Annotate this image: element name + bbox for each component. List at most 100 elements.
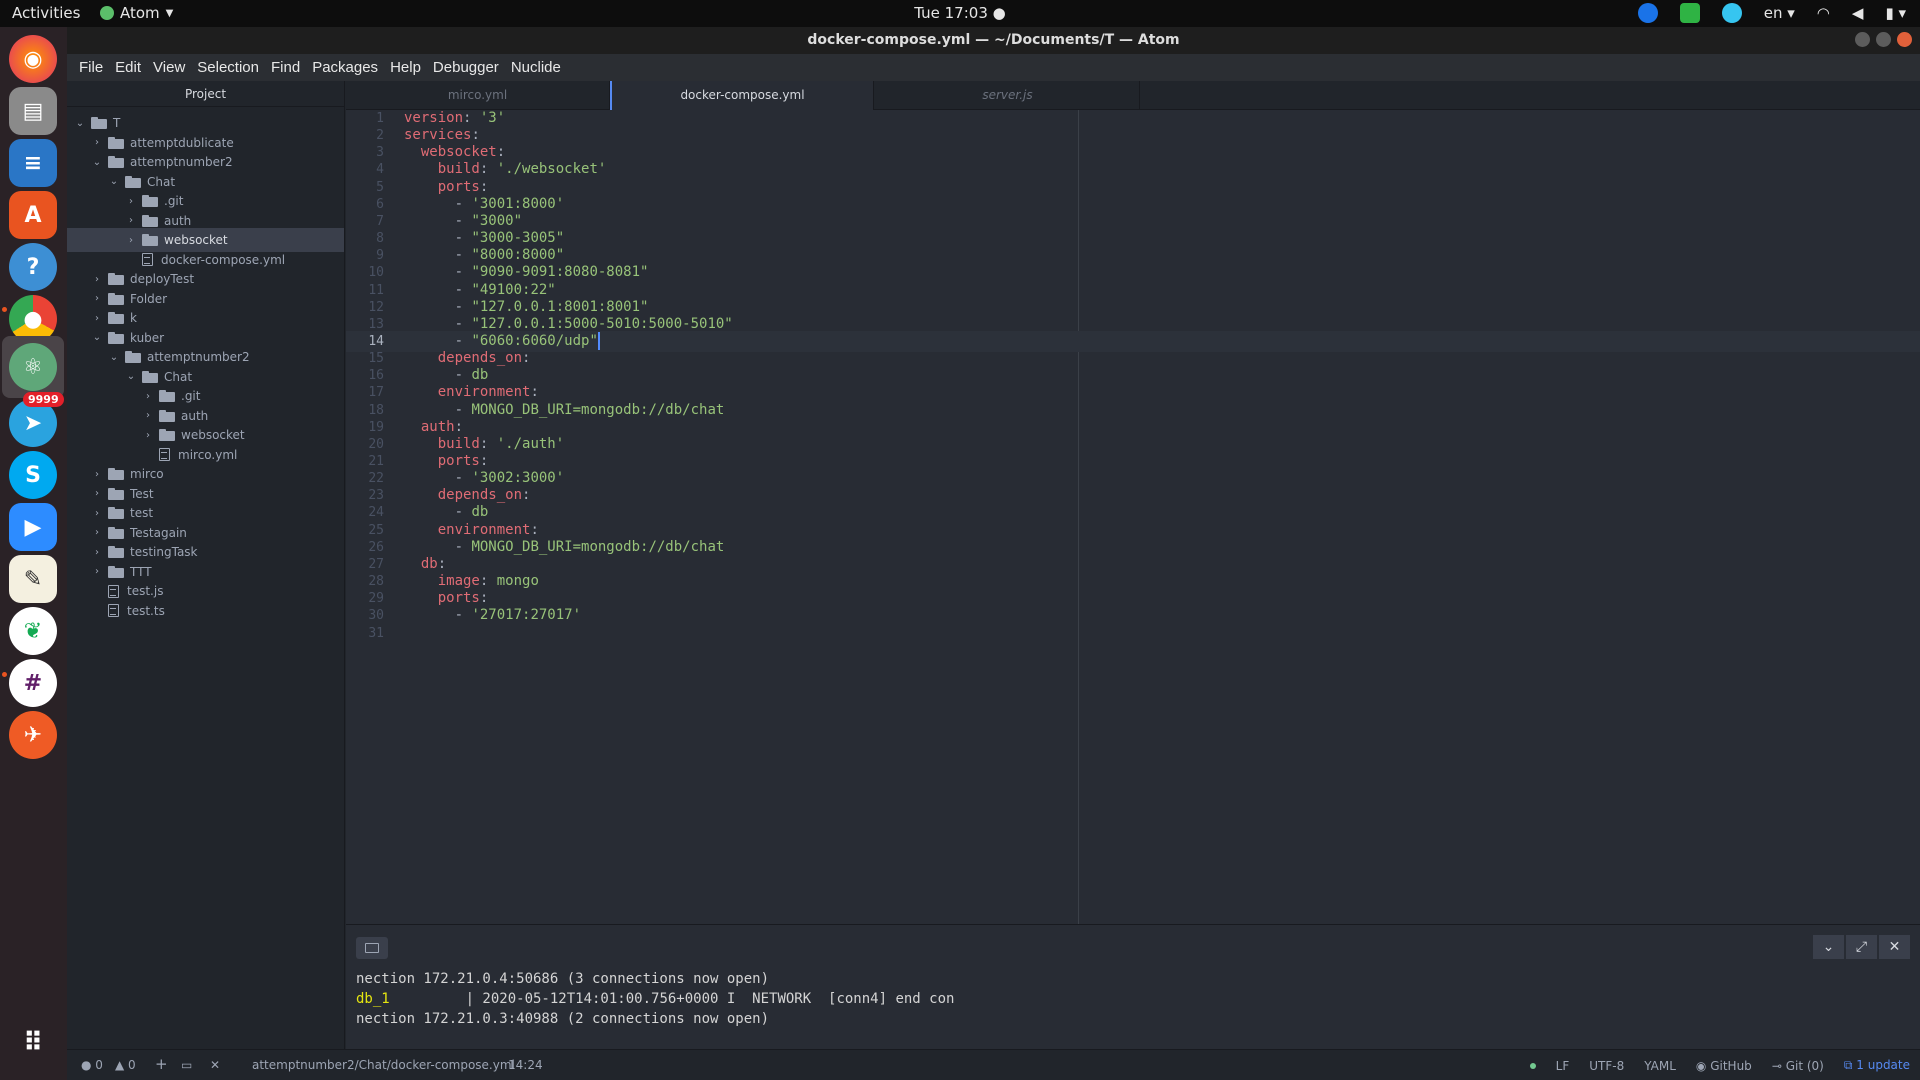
menu-file[interactable]: File [73, 59, 109, 76]
language-indicator[interactable]: en ▾ [1764, 4, 1795, 22]
tree-item-label: testingTask [130, 545, 198, 559]
folder-icon [91, 117, 107, 129]
tree-item-label: test.js [127, 584, 164, 598]
tree-item-label: .git [181, 389, 201, 403]
menu-find[interactable]: Find [265, 59, 306, 76]
git-button[interactable]: ⊸ Git (0) [1772, 1059, 1824, 1073]
error-count[interactable]: ● 0 [81, 1058, 103, 1072]
folder-icon [108, 507, 124, 519]
chevron-right-icon: › [146, 390, 150, 402]
file-icon [108, 604, 119, 617]
menu-edit[interactable]: Edit [109, 59, 147, 76]
menu-packages[interactable]: Packages [306, 59, 384, 76]
tab-docker-compose-yml[interactable]: docker-compose.yml [610, 81, 874, 110]
wifi-icon[interactable]: ◠ [1817, 4, 1830, 22]
code-token: environment [437, 521, 531, 538]
folder-icon [108, 468, 124, 480]
chevron-down-icon: ⌄ [109, 176, 119, 187]
menu-selection[interactable]: Selection [191, 59, 265, 76]
firefox-icon[interactable]: ◉ [9, 35, 57, 83]
code-token: - [404, 332, 472, 349]
volume-icon[interactable]: ◀ [1852, 4, 1864, 22]
skype-icon[interactable]: S [9, 451, 57, 499]
maximize-button[interactable] [1876, 32, 1891, 47]
text-editor-icon[interactable]: ✎ [9, 555, 57, 603]
code-token: - [404, 315, 472, 332]
zoom-icon[interactable]: ▶ [9, 503, 57, 551]
code-token: - [404, 401, 472, 418]
checkmark-tray-icon[interactable] [1679, 3, 1700, 23]
grammar[interactable]: YAML [1644, 1059, 1676, 1073]
help-icon[interactable]: ? [9, 243, 57, 291]
code-token: websocket [420, 144, 497, 161]
terminal-icon[interactable]: ▭ [181, 1058, 192, 1072]
mongodb-icon[interactable]: ❦ [9, 607, 57, 655]
close-panel-icon[interactable]: ✕ [1879, 935, 1910, 959]
writer-icon[interactable]: ≡ [9, 139, 57, 187]
warning-count[interactable]: ▲ 0 [115, 1058, 136, 1072]
chrome-tray-icon[interactable] [1637, 3, 1658, 23]
cursor-position[interactable]: 14:24 [508, 1058, 543, 1072]
folder-icon [142, 214, 158, 227]
folder-icon [108, 565, 124, 578]
code-token: "6060:6060/udp" [471, 332, 598, 349]
file-path[interactable]: attemptnumber2/Chat/docker-compose.yml [252, 1058, 515, 1072]
terminal-toggle-button[interactable] [356, 937, 388, 959]
folder-icon [159, 390, 175, 402]
minimize-button[interactable] [1855, 32, 1870, 47]
tab-server-js[interactable]: server.js [876, 81, 1140, 110]
encoding[interactable]: UTF-8 [1589, 1059, 1624, 1073]
close-button[interactable] [1897, 32, 1912, 47]
code-token: : [479, 178, 489, 195]
terminal-panel[interactable]: ⌄ ⤢ ✕ nection 172.21.0.4:50686 (3 connec… [346, 924, 1920, 1049]
menu-view[interactable]: View [147, 59, 191, 76]
code-token: environment [437, 384, 531, 401]
slack-tray-icon[interactable] [1721, 3, 1742, 23]
chevron-right-icon: › [95, 468, 99, 480]
code-editor[interactable]: 1 version: '3' 2 services: 3 websocket: 4 bui… [346, 110, 1920, 924]
tree-item-label: auth [181, 408, 209, 423]
chevron-right-icon: › [95, 293, 99, 304]
dock: ◉ ▤ ≡ A ? ● ⚛ ➤ 9999 S ▶ ✎ ❦ # ✈ ⠿ [0, 27, 67, 1080]
tree-item-label: mirco.yml [178, 447, 238, 462]
folder-icon [159, 429, 175, 441]
menu-help[interactable]: Help [384, 59, 427, 76]
top-bar: Activities Atom ▼ Tue 17:03 ● en ▾ ◠ ◀ ▮… [0, 0, 1920, 27]
software-icon[interactable]: A [9, 191, 57, 239]
battery-icon[interactable]: ▮ ▾ [1885, 4, 1906, 22]
maximize-panel-icon[interactable]: ⤢ [1846, 935, 1877, 959]
app-grid-icon[interactable]: ⠿ [9, 1019, 57, 1067]
clock[interactable]: Tue 17:03 ● [0, 4, 1920, 22]
code-token: services [404, 127, 472, 144]
menu-debugger[interactable]: Debugger [427, 59, 505, 76]
close-icon[interactable]: ✕ [210, 1058, 220, 1072]
code-token: - [404, 538, 472, 555]
code-token: "9090-9091:8080-8081" [471, 264, 649, 281]
update-button[interactable]: ⧉ 1 update [1844, 1058, 1910, 1073]
window-title: docker-compose.yml — ~/Documents/T — Ato… [807, 32, 1180, 48]
tree-header: Project [67, 81, 344, 107]
tab-mirco-yml[interactable]: mirco.yml [346, 81, 610, 110]
chevron-right-icon: › [95, 546, 99, 558]
code-token: : [496, 144, 506, 161]
folder-icon [108, 331, 124, 344]
chevron-down-icon[interactable]: ⌄ [1813, 935, 1844, 959]
code-token: '3001:8000' [471, 195, 565, 212]
slack-icon[interactable]: # [9, 659, 57, 707]
add-terminal-icon[interactable]: + [155, 1055, 168, 1073]
files-icon[interactable]: ▤ [9, 87, 57, 135]
github-button[interactable]: ◉ GitHub [1696, 1059, 1752, 1073]
postman-icon[interactable]: ✈ [9, 711, 57, 759]
line-ending[interactable]: LF [1556, 1059, 1570, 1073]
folder-icon [108, 292, 124, 305]
menu-nuclide[interactable]: Nuclide [505, 59, 567, 76]
code-token: : [530, 521, 539, 538]
atom-icon[interactable]: ⚛ [9, 343, 57, 391]
tree-item[interactable]: test.ts [67, 599, 344, 623]
